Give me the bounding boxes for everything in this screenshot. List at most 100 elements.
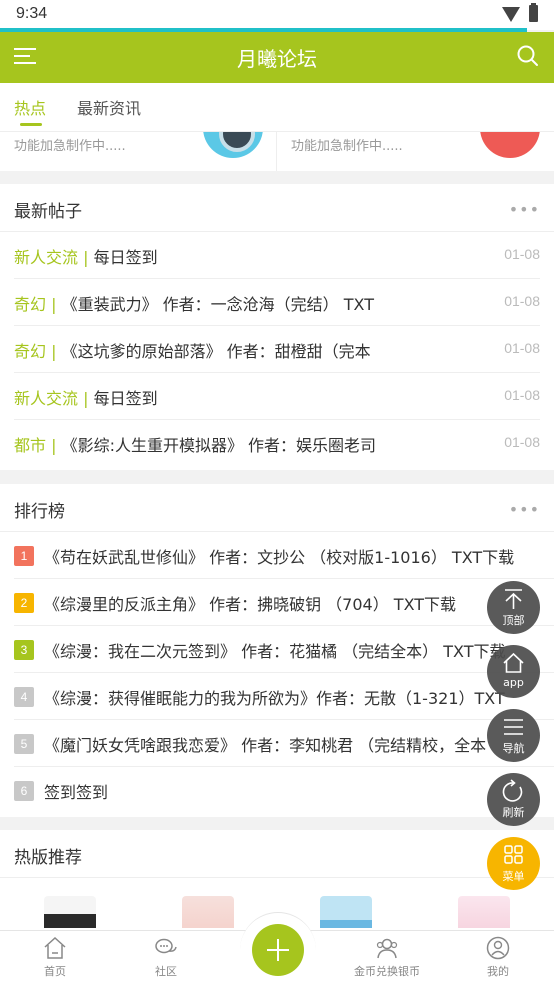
post-separator: |: [46, 436, 62, 455]
app-header: 月曦论坛: [0, 32, 554, 83]
board-thumbnail[interactable]: [458, 896, 510, 928]
post-title[interactable]: 《重装武力》 作者：一念沧海（完结） TXT: [62, 295, 374, 314]
board-thumbnail[interactable]: [44, 896, 96, 928]
post-title[interactable]: 《影综:人生重开模拟器》 作者：娱乐圈老司: [62, 436, 376, 455]
feature-left-text: 功能加急制作中.....: [14, 139, 126, 154]
fab-label: 刷新: [502, 806, 525, 819]
post-row[interactable]: 都市 | 《影综:人生重开模拟器》 作者：娱乐圈老司 01-08: [14, 420, 540, 467]
post-date: 01-08: [498, 434, 540, 450]
home-icon: [503, 652, 524, 673]
rank-row[interactable]: 5 《魔门妖女凭啥跟我恋爱》 作者：李知桃君 （完结精校，全本: [14, 720, 554, 767]
ranking-list: 1 《苟在妖武乱世修仙》 作者：文抄公 （校对版1-1016） TXT下载 2 …: [0, 532, 554, 814]
section-title: 最新帖子: [14, 202, 82, 222]
nav-label: 社区: [155, 965, 177, 978]
post-category[interactable]: 新人交流: [14, 389, 78, 408]
rank-title[interactable]: 《魔门妖女凭啥跟我恋爱》 作者：李知桃君 （完结精校，全本: [44, 732, 486, 756]
nav-mine[interactable]: 我的: [453, 935, 543, 979]
search-icon[interactable]: [516, 44, 540, 68]
tab-bar: 热点 最新资讯: [0, 83, 554, 131]
post-date: 01-08: [498, 340, 540, 356]
user-icon: [486, 936, 510, 960]
section-title: 热版推荐: [14, 848, 82, 868]
arrow-up-icon: [505, 589, 522, 609]
fab-label: 菜单: [502, 870, 525, 883]
app-button[interactable]: app: [487, 645, 540, 698]
navigation-button[interactable]: 导航: [487, 709, 540, 762]
rank-badge: 5: [14, 734, 34, 754]
rank-row[interactable]: 3 《综漫：我在二次元签到》 作者：花猫橘 （完结全本） TXT下载: [14, 626, 554, 673]
wifi-icon: [502, 7, 520, 22]
rank-row[interactable]: 6 签到签到: [14, 767, 554, 814]
post-date: 01-08: [498, 293, 540, 309]
rank-row[interactable]: 1 《苟在妖武乱世修仙》 作者：文抄公 （校对版1-1016） TXT下载: [14, 532, 554, 579]
post-title[interactable]: 《这坑爹的原始部落》 作者：甜橙甜（完本: [62, 342, 371, 361]
new-post-button[interactable]: [252, 924, 304, 976]
people-icon: [376, 938, 398, 959]
post-row[interactable]: 新人交流 | 每日签到 01-08: [14, 232, 540, 279]
post-separator: |: [46, 295, 62, 314]
post-row[interactable]: 奇幻 | 《这坑爹的原始部落》 作者：甜橙甜（完本 01-08: [14, 326, 540, 373]
board-thumbnail[interactable]: [182, 896, 234, 928]
hot-boards-header: 热版推荐: [0, 830, 554, 878]
rank-row[interactable]: 2 《综漫里的反派主角》 作者：拂晓破钥 （704） TXT下载: [14, 579, 554, 626]
nav-home[interactable]: 首页: [10, 935, 100, 979]
rank-badge: 1: [14, 546, 34, 566]
post-separator: |: [78, 248, 94, 267]
nav-community[interactable]: 社区: [121, 935, 211, 979]
feature-right-text: 功能加急制作中.....: [291, 139, 403, 154]
nav-label: 我的: [487, 965, 509, 978]
post-separator: |: [46, 342, 62, 361]
post-title[interactable]: 每日签到: [94, 248, 158, 267]
nav-label: 金币兑换银币: [354, 965, 420, 978]
feature-divider: [276, 132, 277, 171]
section-title: 排行榜: [14, 502, 65, 522]
nav-label: 首页: [44, 965, 66, 978]
post-category[interactable]: 奇幻: [14, 295, 46, 314]
scroll-top-button[interactable]: 顶部: [487, 581, 540, 634]
post-separator: |: [78, 389, 94, 408]
tab-latest-news[interactable]: 最新资讯: [77, 95, 141, 119]
chat-icon: [155, 938, 177, 954]
grid-icon: [504, 845, 523, 864]
feature-right-icon[interactable]: [480, 132, 540, 158]
post-row[interactable]: 奇幻 | 《重装武力》 作者：一念沧海（完结） TXT 01-08: [14, 279, 540, 326]
tab-hot[interactable]: 热点: [14, 95, 46, 119]
post-date: 01-08: [498, 246, 540, 262]
rank-title[interactable]: 《综漫里的反派主角》 作者：拂晓破钥 （704） TXT下载: [44, 591, 456, 615]
rank-row[interactable]: 4 《综漫：获得催眠能力的我为所欲为》作者：无散（1-321）TXT: [14, 673, 554, 720]
ranking-section: 排行榜 ••• 1 《苟在妖武乱世修仙》 作者：文抄公 （校对版1-1016） …: [0, 484, 554, 817]
tab-active-indicator: [20, 123, 42, 126]
rank-title[interactable]: 《综漫：获得催眠能力的我为所欲为》作者：无散（1-321）TXT: [44, 685, 505, 709]
board-thumbnail[interactable]: [320, 896, 372, 928]
feature-strip: 功能加急制作中..... 功能加急制作中.....: [0, 131, 554, 171]
feature-left-icon[interactable]: [203, 132, 263, 158]
ranking-header: 排行榜 •••: [0, 484, 554, 532]
latest-posts-list: 新人交流 | 每日签到 01-08 奇幻 | 《重装武力》 作者：一念沧海（完结…: [0, 232, 554, 467]
latest-posts-header: 最新帖子 •••: [0, 184, 554, 232]
more-icon[interactable]: •••: [509, 500, 540, 519]
menu-icon: [504, 719, 523, 735]
post-category[interactable]: 都市: [14, 436, 46, 455]
post-date: 01-08: [498, 387, 540, 403]
fab-label: app: [503, 676, 524, 689]
page-title: 月曦论坛: [237, 47, 317, 71]
rank-title[interactable]: 《苟在妖武乱世修仙》 作者：文抄公 （校对版1-1016） TXT下载: [44, 544, 514, 568]
rank-badge: 3: [14, 640, 34, 660]
post-category[interactable]: 奇幻: [14, 342, 46, 361]
fab-label: 导航: [502, 742, 525, 755]
more-icon[interactable]: •••: [509, 200, 540, 219]
rank-badge: 2: [14, 593, 34, 613]
rank-title[interactable]: 签到签到: [44, 779, 108, 803]
nav-coin-exchange[interactable]: 金币兑换银币: [342, 935, 432, 979]
post-title[interactable]: 每日签到: [94, 389, 158, 408]
latest-posts-section: 最新帖子 ••• 新人交流 | 每日签到 01-08 奇幻 | 《重装武力》 作…: [0, 184, 554, 470]
fab-label: 顶部: [502, 614, 525, 627]
battery-icon: [529, 3, 538, 22]
rank-title[interactable]: 《综漫：我在二次元签到》 作者：花猫橘 （完结全本） TXT下载: [44, 638, 506, 662]
post-row[interactable]: 新人交流 | 每日签到 01-08: [14, 373, 540, 420]
status-bar: 9:34: [0, 0, 554, 30]
menu-button[interactable]: 菜单: [487, 837, 540, 890]
rank-badge: 4: [14, 687, 34, 707]
refresh-button[interactable]: 刷新: [487, 773, 540, 826]
post-category[interactable]: 新人交流: [14, 248, 78, 267]
